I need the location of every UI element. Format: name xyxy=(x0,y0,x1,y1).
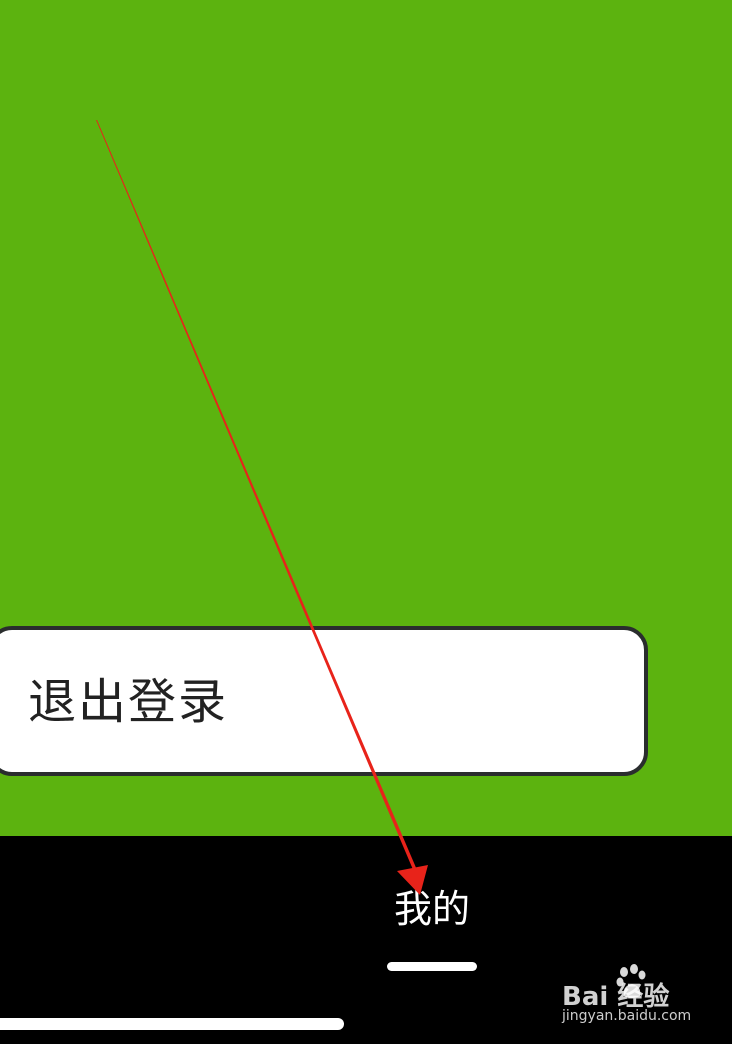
content-area: 退出登录 xyxy=(0,0,732,836)
active-tab-indicator xyxy=(387,962,477,971)
logout-label: 退出登录 xyxy=(28,674,229,730)
tab-mine[interactable]: 我的 xyxy=(372,882,492,972)
tab-mine-label: 我的 xyxy=(393,887,470,931)
baidu-jingyan-watermark: Bai 经验 jingyan.baidu.com xyxy=(556,962,726,1032)
home-indicator[interactable] xyxy=(0,1018,344,1030)
paw-icon xyxy=(616,964,646,998)
watermark-url: jingyan.baidu.com xyxy=(562,1008,692,1024)
logout-button[interactable]: 退出登录 xyxy=(0,626,648,776)
